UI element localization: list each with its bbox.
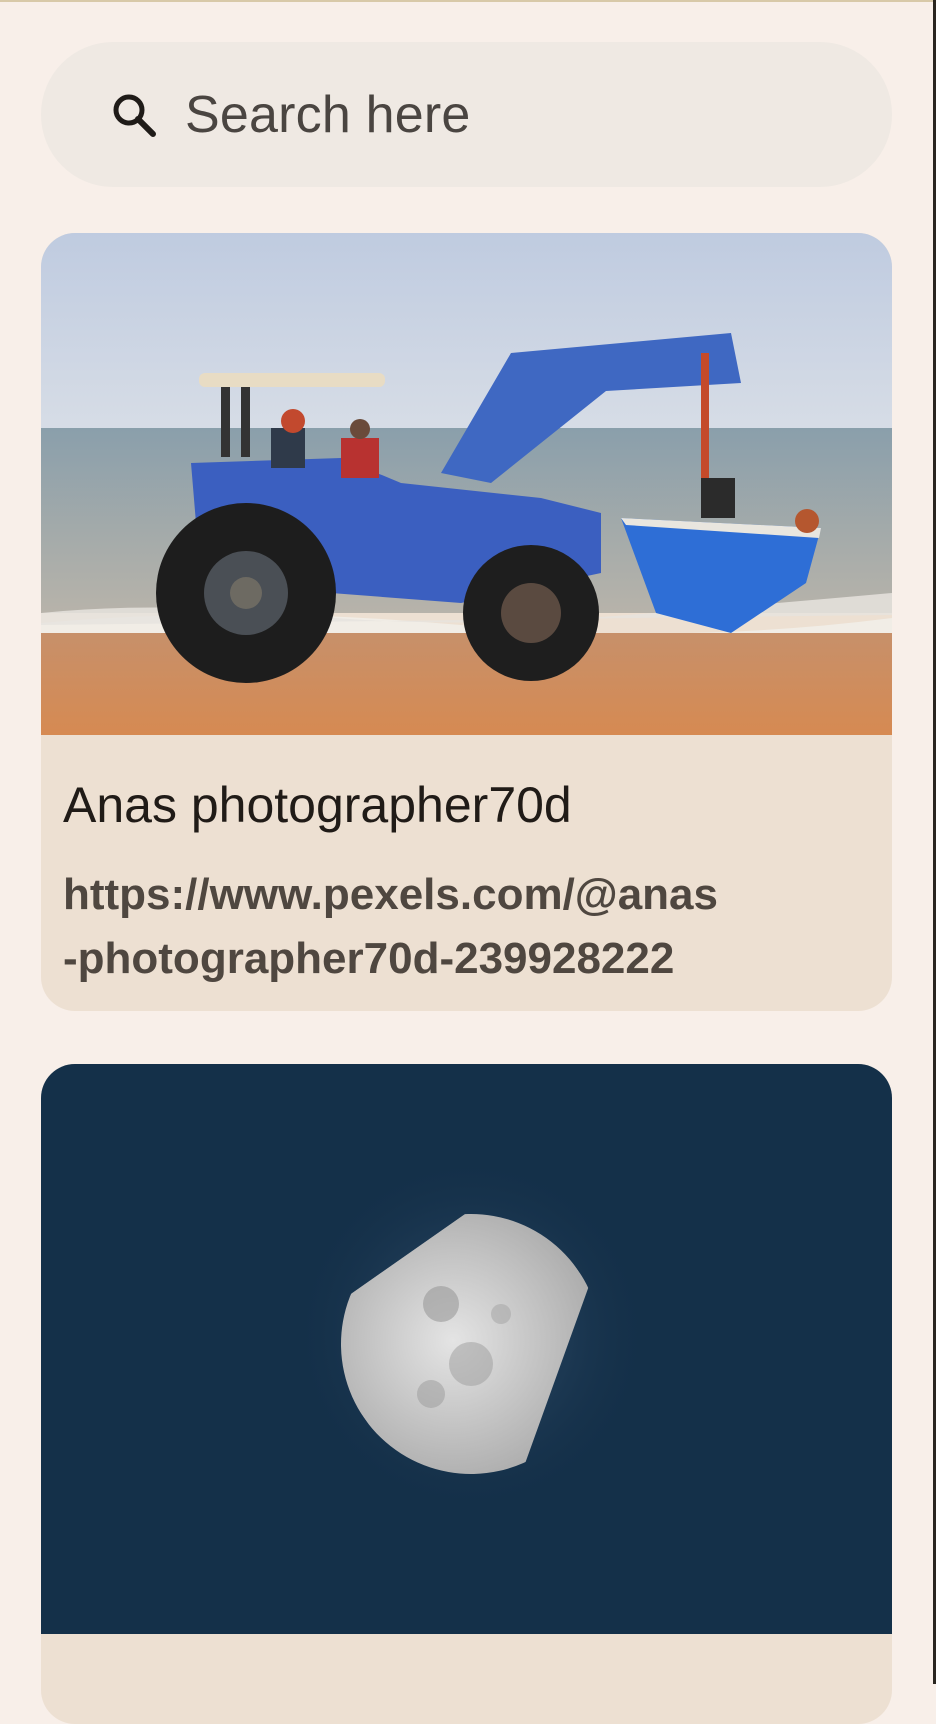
result-card[interactable] — [41, 1064, 892, 1724]
result-url-line: -photographer70d-239928222 — [63, 933, 675, 983]
result-url-line: https://www.pexels.com/@anas — [63, 869, 718, 919]
tractor-boat-beach-photo[interactable] — [41, 233, 892, 735]
result-url[interactable]: https://www.pexels.com/@anas -photograph… — [63, 863, 870, 991]
search-input[interactable]: Search here — [185, 85, 470, 145]
result-card[interactable]: Anas photographer70d https://www.pexels.… — [41, 233, 892, 1011]
search-bar[interactable]: Search here — [41, 42, 892, 187]
result-title: Anas photographer70d — [63, 777, 572, 833]
search-icon[interactable] — [109, 90, 159, 140]
half-moon-photo[interactable] — [41, 1064, 892, 1634]
top-edge — [0, 0, 936, 2]
